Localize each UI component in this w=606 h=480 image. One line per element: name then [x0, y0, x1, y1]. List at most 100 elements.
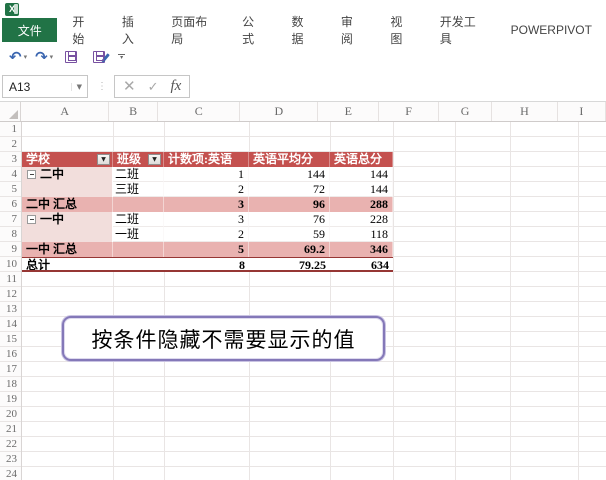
redo-dropdown-icon[interactable]: ▾ — [50, 53, 54, 61]
pivot-cell-r4c3[interactable]: 59 — [249, 227, 330, 242]
redo-button[interactable]: ↷ ▾ — [32, 48, 56, 66]
row-header-23[interactable]: 23 — [0, 452, 21, 467]
row-header-14[interactable]: 14 — [0, 317, 21, 332]
row-header-18[interactable]: 18 — [0, 377, 21, 392]
row-header-9[interactable]: 9 — [0, 242, 21, 257]
pivot-cell-r3c1[interactable]: 二班 — [113, 212, 164, 227]
pivot-cell-r2c0[interactable]: 二中 汇总 — [22, 197, 113, 212]
row-header-17[interactable]: 17 — [0, 362, 21, 377]
row-header-1[interactable]: 1 — [0, 122, 21, 137]
pivot-cell-r2c3[interactable]: 96 — [249, 197, 330, 212]
ribbon-tab-4[interactable]: 数据 — [278, 18, 327, 42]
column-header-E[interactable]: E — [318, 102, 379, 121]
formula-input[interactable] — [192, 75, 606, 98]
pivot-cell-r1c3[interactable]: 72 — [249, 182, 330, 197]
pivot-header-4[interactable]: 英语总分 — [330, 152, 393, 167]
ribbon-tab-2[interactable]: 页面布局 — [157, 18, 228, 42]
pivot-cell-r0c3[interactable]: 144 — [249, 167, 330, 182]
pivot-header-2[interactable]: 计数项:英语 — [164, 152, 249, 167]
pivot-cell-r5c0[interactable]: 一中 汇总 — [22, 242, 113, 257]
pivot-cell-r4c1[interactable]: 一班 — [113, 227, 164, 242]
annotation-textbox[interactable]: 按条件隐藏不需要显示的值 — [62, 316, 385, 361]
row-header-19[interactable]: 19 — [0, 392, 21, 407]
pivot-header-1[interactable]: 班级▼ — [113, 152, 164, 167]
pivot-cell-r1c1[interactable]: 三班 — [113, 182, 164, 197]
column-header-G[interactable]: G — [439, 102, 492, 121]
pivot-cell-r6c0[interactable]: 总计 — [22, 257, 113, 272]
pivot-cell-r4c2[interactable]: 2 — [164, 227, 249, 242]
pivot-header-3[interactable]: 英语平均分 — [249, 152, 330, 167]
ribbon-tab-3[interactable]: 公式 — [228, 18, 277, 42]
ribbon-tab-1[interactable]: 插入 — [108, 18, 157, 42]
row-header-2[interactable]: 2 — [0, 137, 21, 152]
row-header-3[interactable]: 3 — [0, 152, 21, 167]
undo-button[interactable]: ↶ ▾ — [6, 48, 30, 66]
collapse-minus-icon[interactable] — [27, 170, 36, 179]
row-header-12[interactable]: 12 — [0, 287, 21, 302]
column-header-H[interactable]: H — [492, 102, 558, 121]
ribbon-tab-8[interactable]: POWERPIVOT — [497, 18, 606, 42]
column-header-D[interactable]: D — [240, 102, 318, 121]
qat-customize-button[interactable]: ▾ — [118, 54, 125, 60]
column-header-F[interactable]: F — [379, 102, 439, 121]
name-box[interactable]: A13 ▼ — [2, 75, 88, 98]
row-header-11[interactable]: 11 — [0, 272, 21, 287]
pivot-header-0[interactable]: 学校▼ — [22, 152, 113, 167]
row-header-8[interactable]: 8 — [0, 227, 21, 242]
pivot-cell-r1c4[interactable]: 144 — [330, 182, 393, 197]
pivot-cell-r2c4[interactable]: 288 — [330, 197, 393, 212]
save-button[interactable] — [58, 49, 84, 65]
save-edit-button[interactable] — [86, 49, 112, 65]
pivot-cell-r1c2[interactable]: 2 — [164, 182, 249, 197]
row-header-24[interactable]: 24 — [0, 467, 21, 480]
row-header-5[interactable]: 5 — [0, 182, 21, 197]
row-header-13[interactable]: 13 — [0, 302, 21, 317]
undo-dropdown-icon[interactable]: ▾ — [24, 53, 28, 61]
row-header-15[interactable]: 15 — [0, 332, 21, 347]
tab-file[interactable]: 文件 — [2, 18, 57, 42]
pivot-cell-r6c3[interactable]: 79.25 — [249, 257, 330, 272]
row-header-10[interactable]: 10 — [0, 257, 21, 272]
pivot-cell-r1c0[interactable] — [22, 182, 113, 197]
pivot-cell-r6c2[interactable]: 8 — [164, 257, 249, 272]
enter-icon[interactable]: ✓ — [148, 80, 159, 93]
column-header-C[interactable]: C — [158, 102, 240, 121]
pivot-cell-r6c1[interactable] — [113, 257, 164, 272]
pivot-cell-r0c4[interactable]: 144 — [330, 167, 393, 182]
ribbon-tab-0[interactable]: 开始 — [57, 18, 107, 42]
ribbon-tab-6[interactable]: 视图 — [376, 18, 425, 42]
name-box-dropdown-icon[interactable]: ▼ — [71, 83, 87, 91]
pivot-cell-r0c2[interactable]: 1 — [164, 167, 249, 182]
row-header-7[interactable]: 7 — [0, 212, 21, 227]
pivot-cell-r6c4[interactable]: 634 — [330, 257, 393, 272]
pivot-cell-r4c4[interactable]: 118 — [330, 227, 393, 242]
row-header-4[interactable]: 4 — [0, 167, 21, 182]
pivot-cell-r3c2[interactable]: 3 — [164, 212, 249, 227]
collapse-minus-icon[interactable] — [27, 215, 36, 224]
row-header-6[interactable]: 6 — [0, 197, 21, 212]
filter-dropdown-icon[interactable]: ▼ — [97, 154, 110, 165]
pivot-cell-r3c0[interactable]: 一中 — [22, 212, 113, 227]
pivot-cell-r5c3[interactable]: 69.2 — [249, 242, 330, 257]
pivot-cell-r5c2[interactable]: 5 — [164, 242, 249, 257]
row-header-21[interactable]: 21 — [0, 422, 21, 437]
column-header-A[interactable]: A — [21, 102, 109, 121]
ribbon-tab-7[interactable]: 开发工具 — [426, 18, 497, 42]
pivot-cell-r3c4[interactable]: 228 — [330, 212, 393, 227]
row-header-20[interactable]: 20 — [0, 407, 21, 422]
column-header-I[interactable]: I — [558, 102, 606, 121]
pivot-cell-r3c3[interactable]: 76 — [249, 212, 330, 227]
pivot-cell-r5c4[interactable]: 346 — [330, 242, 393, 257]
row-header-22[interactable]: 22 — [0, 437, 21, 452]
pivot-cell-r0c0[interactable]: 二中 — [22, 167, 113, 182]
insert-function-icon[interactable]: fx — [170, 78, 181, 95]
row-header-16[interactable]: 16 — [0, 347, 21, 362]
pivot-cell-r4c0[interactable] — [22, 227, 113, 242]
filter-dropdown-icon[interactable]: ▼ — [148, 154, 161, 165]
excel-app-icon[interactable]: X — [5, 3, 19, 16]
select-all-corner[interactable] — [0, 102, 21, 121]
column-header-B[interactable]: B — [109, 102, 158, 121]
pivot-cell-r0c1[interactable]: 二班 — [113, 167, 164, 182]
pivot-cell-r5c1[interactable] — [113, 242, 164, 257]
sheet-grid[interactable]: 123456789101112131415161718192021222324 … — [0, 122, 606, 480]
